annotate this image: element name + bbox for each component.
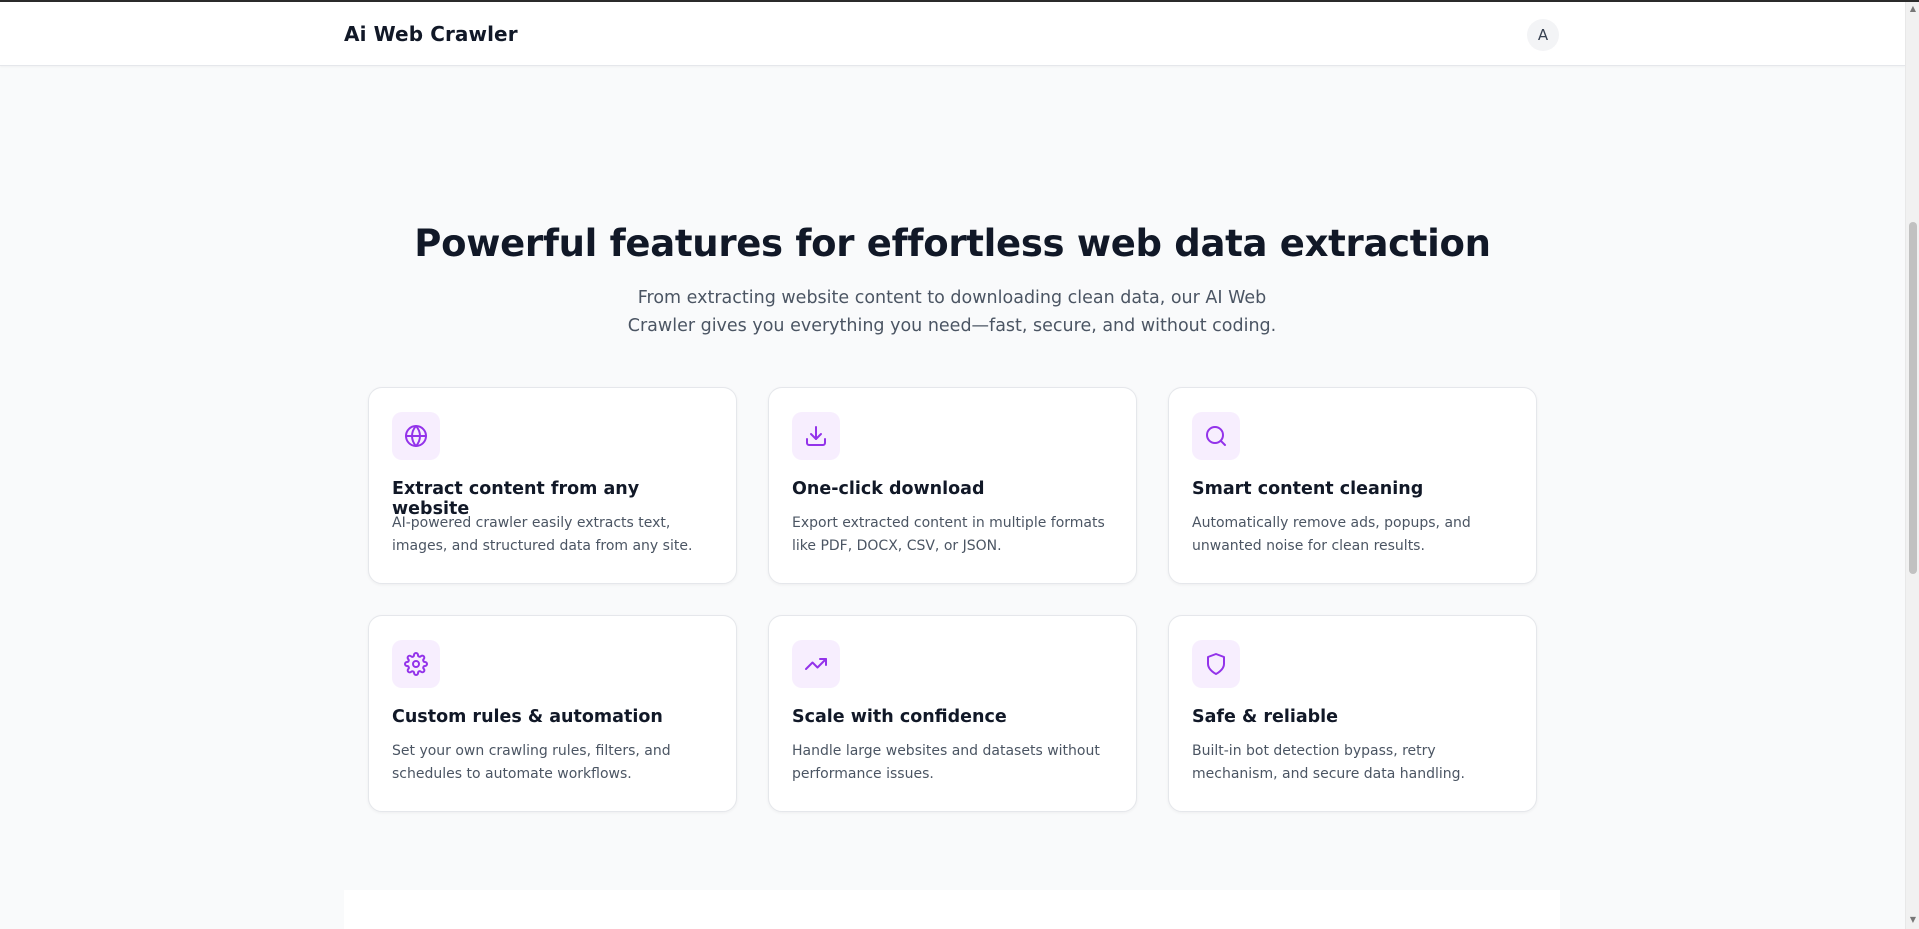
- feature-card-description: Automatically remove ads, popups, and un…: [1192, 515, 1471, 554]
- feature-card-description: Set your own crawling rules, filters, an…: [392, 743, 671, 782]
- top-navbar: Ai Web Crawler A: [0, 2, 1905, 66]
- feature-card-title: Safe & reliable: [1192, 707, 1339, 727]
- next-section-panel: [344, 890, 1560, 929]
- features-heading: Powerful features for effortless web dat…: [414, 222, 1491, 265]
- feature-card-scale: Scale with confidence Handle large websi…: [768, 615, 1137, 812]
- feature-card-title: Smart content cleaning: [1192, 479, 1424, 499]
- shield-icon: [1192, 640, 1240, 688]
- feature-card-automation: Custom rules & automation Set your own c…: [368, 615, 737, 812]
- user-avatar-button[interactable]: A: [1527, 19, 1559, 51]
- feature-card-cleaning: Smart content cleaning Automatically rem…: [1168, 387, 1537, 584]
- page-scrollbar[interactable]: ▲ ▼: [1905, 2, 1919, 929]
- feature-card-description: Handle large websites and datasets witho…: [792, 743, 1100, 782]
- feature-card-description: Export extracted content in multiple for…: [792, 515, 1105, 554]
- gear-icon: [392, 640, 440, 688]
- scrollbar-thumb[interactable]: [1909, 222, 1917, 574]
- brand-logo-text[interactable]: Ai Web Crawler: [344, 22, 518, 46]
- download-icon: [792, 412, 840, 460]
- feature-card-extract: Extract content from any website AI-powe…: [368, 387, 737, 584]
- feature-card-title: One-click download: [792, 479, 985, 499]
- feature-card-description: Built-in bot detection bypass, retry mec…: [1192, 743, 1465, 782]
- feature-card-safe: Safe & reliable Built-in bot detection b…: [1168, 615, 1537, 812]
- scroll-up-arrow-icon[interactable]: ▲: [1908, 4, 1918, 14]
- globe-icon: [392, 412, 440, 460]
- feature-card-description: AI-powered crawler easily extracts text,…: [392, 515, 693, 554]
- feature-card-title: Scale with confidence: [792, 707, 1007, 727]
- features-subtitle: From extracting website content to downl…: [627, 288, 1277, 336]
- scroll-down-arrow-icon[interactable]: ▼: [1908, 915, 1918, 925]
- feature-card-title: Custom rules & automation: [392, 707, 663, 727]
- search-icon: [1192, 412, 1240, 460]
- feature-card-download: One-click download Export extracted cont…: [768, 387, 1137, 584]
- trending-up-icon: [792, 640, 840, 688]
